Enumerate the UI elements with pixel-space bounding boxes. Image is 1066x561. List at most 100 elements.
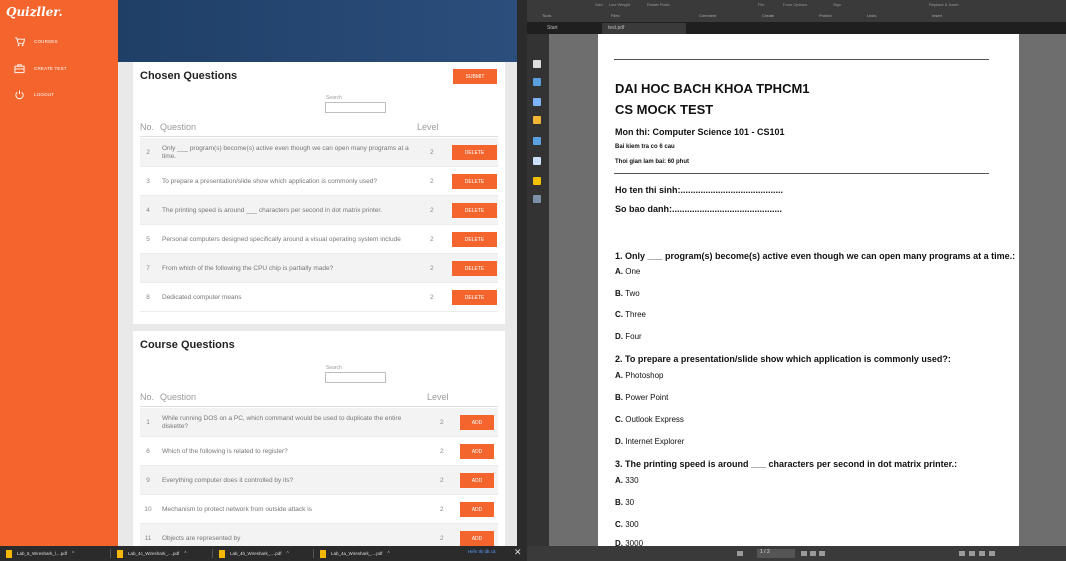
next-page-icon[interactable] <box>801 551 807 556</box>
divider <box>614 59 989 60</box>
answer-option: B. Two <box>615 289 640 298</box>
ribbon-option[interactable]: Form Options <box>783 2 807 7</box>
ribbon-group-label[interactable]: Tools <box>542 13 551 18</box>
ribbon-option[interactable]: Line Weight <box>609 2 630 7</box>
app-logo[interactable]: Quizller. <box>6 5 63 19</box>
row-level: 2 <box>430 178 434 185</box>
ribbon-group-label[interactable]: Create <box>762 13 774 18</box>
delete-button[interactable]: DELETE <box>452 232 497 247</box>
top-banner <box>118 0 517 62</box>
attachment-icon[interactable] <box>533 137 541 145</box>
ribbon-option[interactable]: Rotate Flash <box>647 2 670 7</box>
delete-button[interactable]: DELETE <box>452 290 497 305</box>
doc-name-field: Ho ten thi sinh:........................… <box>615 185 784 195</box>
row-question: Only ___ program(s) become(s) active eve… <box>162 144 409 160</box>
download-item[interactable]: Lab_4a_Wireshark_....pdf ^ <box>320 546 390 561</box>
row-question: Which of the following is related to reg… <box>162 447 288 455</box>
separator <box>110 549 111 558</box>
row-question: The printing speed is around ___ charact… <box>162 206 383 214</box>
tab-start[interactable]: Start <box>541 23 596 34</box>
download-item[interactable]: Lab_4c_Wireshark_....pdf ^ <box>117 546 187 561</box>
row-question: Everything computer does it controlled b… <box>162 476 294 484</box>
delete-button[interactable]: DELETE <box>452 261 497 276</box>
doc-school: DAI HOC BACH KHOA TPHCM1 <box>615 81 810 96</box>
ribbon-option[interactable]: Replace & Insert <box>929 2 959 7</box>
answer-option: D. Internet Explorer <box>615 437 685 446</box>
single-page-view-icon[interactable] <box>959 551 965 556</box>
table-row: 8 Dedicated computer means 2 DELETE <box>140 283 498 312</box>
row-number: 10 <box>144 506 152 513</box>
cart-icon <box>14 37 25 47</box>
divider <box>140 406 498 407</box>
row-question: Objects are represented by <box>162 534 241 542</box>
sidebar-item-courses[interactable]: COURSES <box>14 36 58 47</box>
submit-button[interactable]: SUBMIT <box>453 69 497 84</box>
add-button[interactable]: ADD <box>460 502 494 517</box>
row-question: Dedicated computer means <box>162 293 242 301</box>
form-icon[interactable] <box>533 157 541 165</box>
chevron-up-icon[interactable]: ^ <box>388 551 390 557</box>
last-page-icon[interactable] <box>810 551 816 556</box>
chosen-questions-card: Chosen Questions SUBMIT Search No. Quest… <box>133 62 505 324</box>
sidebar-item-create-test[interactable]: CREATE TEST <box>14 63 67 74</box>
ribbon-group-label[interactable]: Links <box>867 13 876 18</box>
add-button[interactable]: ADD <box>460 415 494 430</box>
separator <box>313 549 314 558</box>
pen-icon[interactable] <box>533 98 541 106</box>
delete-button[interactable]: DELETE <box>452 174 497 189</box>
search-input[interactable] <box>325 102 386 113</box>
course-questions-card: Course Questions Search No. Question Lev… <box>133 331 505 546</box>
chevron-up-icon[interactable]: ^ <box>184 551 186 557</box>
search-input[interactable] <box>325 372 386 383</box>
add-button[interactable]: ADD <box>460 531 494 546</box>
sidebar-item-logout[interactable]: LOGOUT <box>14 89 54 100</box>
fit-page-icon[interactable] <box>819 551 825 556</box>
row-level: 2 <box>440 477 444 484</box>
page-number-field[interactable]: 1 / 2 <box>757 549 795 558</box>
chevron-up-icon[interactable]: ^ <box>287 551 289 557</box>
answer-option: B. Power Point <box>615 393 669 402</box>
download-item[interactable]: Lab_5_Wireshark_l....pdf ^ <box>6 546 74 561</box>
ribbon-group-label[interactable]: Protect <box>819 13 832 18</box>
ribbon-group-label[interactable]: Insert <box>932 13 942 18</box>
table-row: 2 Only ___ program(s) become(s) active e… <box>140 138 498 167</box>
show-all-link[interactable]: Hiển thị tất cả <box>468 549 496 554</box>
table-row: 10 Mechanism to protect network from out… <box>140 495 498 524</box>
ribbon-group-label[interactable]: Files <box>611 13 619 18</box>
zoom-out-icon[interactable] <box>989 551 995 556</box>
table-row: 4 The printing speed is around ___ chara… <box>140 196 498 225</box>
previous-page-icon[interactable] <box>737 551 743 556</box>
lock-icon[interactable] <box>533 177 541 185</box>
add-button[interactable]: ADD <box>460 444 494 459</box>
ribbon-option[interactable]: Sign <box>833 2 841 7</box>
add-button[interactable]: ADD <box>460 473 494 488</box>
chevron-up-icon[interactable]: ^ <box>72 551 74 557</box>
bookmark-icon[interactable] <box>533 78 541 86</box>
doc-question-count: Bai kiem tra co 6 cau <box>615 144 675 150</box>
ribbon-option[interactable]: Size <box>595 2 603 7</box>
tab-test-pdf[interactable]: test.pdf <box>602 23 686 34</box>
ribbon-option[interactable]: File <box>758 2 764 7</box>
row-level: 2 <box>430 265 434 272</box>
facing-view-icon[interactable] <box>979 551 985 556</box>
delete-button[interactable]: DELETE <box>452 203 497 218</box>
downloads-bar: Lab_5_Wireshark_l....pdf ^ Lab_4c_Wiresh… <box>0 546 527 561</box>
layers-icon[interactable] <box>533 195 541 203</box>
table-row: 7 From which of the following the CPU ch… <box>140 254 498 283</box>
page-icon[interactable] <box>533 60 541 68</box>
download-item[interactable]: Lab_4b_Wireshark_....pdf ^ <box>219 546 289 561</box>
row-level: 2 <box>430 149 434 156</box>
delete-button[interactable]: DELETE <box>452 145 497 160</box>
download-filename: Lab_4a_Wireshark_....pdf <box>331 551 383 556</box>
ribbon-group-label[interactable]: Comment <box>699 13 716 18</box>
window-divider <box>517 0 527 546</box>
doc-time: Thoi gian lam bai: 60 phut <box>615 159 690 165</box>
row-level: 2 <box>440 419 444 426</box>
comment-icon[interactable] <box>533 116 541 124</box>
sidebar-item-label: CREATE TEST <box>34 66 67 71</box>
answer-option: A. Photoshop <box>615 371 664 380</box>
answer-option: A. One <box>615 267 641 276</box>
close-icon[interactable]: ✕ <box>514 547 522 558</box>
continuous-view-icon[interactable] <box>969 551 975 556</box>
answer-option: A. 330 <box>615 476 639 485</box>
